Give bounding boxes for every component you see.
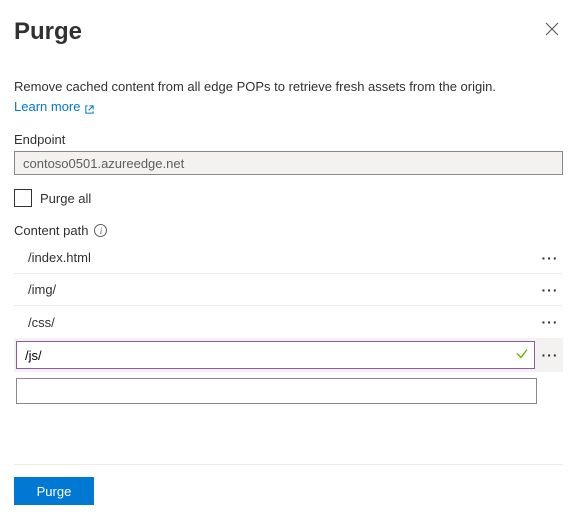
more-icon[interactable]: ···: [537, 274, 563, 306]
panel-title: Purge: [14, 18, 82, 46]
learn-more-link[interactable]: Learn more: [14, 98, 95, 116]
content-path-row[interactable]: /css/ ···: [14, 306, 563, 338]
content-path-input[interactable]: [16, 341, 535, 369]
content-path-row-empty: [14, 378, 563, 404]
content-path-row[interactable]: /index.html ···: [14, 242, 563, 274]
content-path-row[interactable]: /img/ ···: [14, 274, 563, 306]
learn-more-label: Learn more: [14, 98, 80, 116]
content-path-value: /index.html: [14, 250, 537, 265]
content-path-empty-input[interactable]: [16, 378, 537, 404]
content-path-label: Content path i: [14, 223, 563, 238]
panel-header: Purge: [14, 18, 563, 46]
content-path-value: /css/: [14, 315, 537, 330]
more-icon[interactable]: ···: [537, 242, 563, 274]
intro-text: Remove cached content from all edge POPs…: [14, 78, 563, 96]
checkmark-icon: [515, 347, 529, 364]
purge-button[interactable]: Purge: [14, 477, 94, 505]
external-link-icon: [84, 102, 95, 113]
endpoint-label: Endpoint: [14, 132, 563, 147]
content-path-value: /img/: [14, 282, 537, 297]
purge-all-label[interactable]: Purge all: [40, 191, 91, 206]
content-path-row-active: ···: [14, 338, 563, 372]
endpoint-input[interactable]: [14, 151, 563, 175]
panel-footer: Purge: [14, 464, 563, 505]
intro-block: Remove cached content from all edge POPs…: [14, 78, 563, 116]
more-icon[interactable]: ···: [537, 306, 563, 338]
more-icon[interactable]: ···: [537, 339, 563, 371]
close-icon[interactable]: [541, 18, 563, 44]
content-path-list: /index.html ··· /img/ ··· /css/ ··· ···: [14, 242, 563, 404]
info-icon[interactable]: i: [94, 224, 107, 237]
purge-all-checkbox[interactable]: [14, 189, 32, 207]
